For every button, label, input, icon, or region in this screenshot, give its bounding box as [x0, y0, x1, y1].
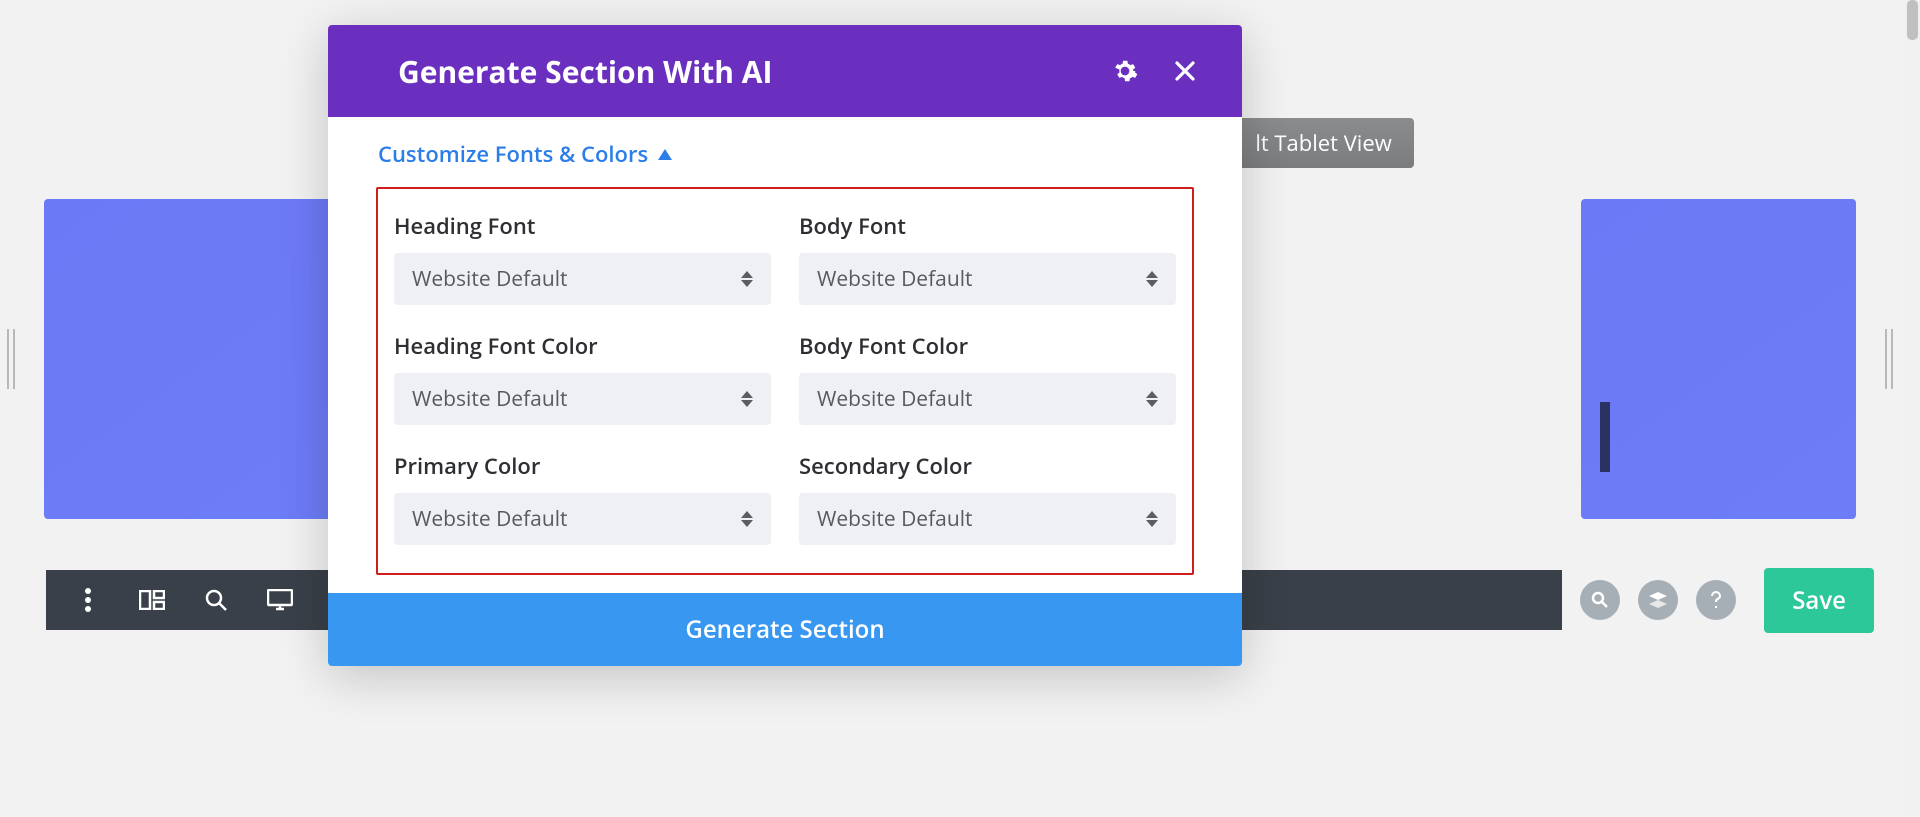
resize-handle-left[interactable] — [0, 329, 22, 389]
secondary-color-select[interactable]: Website Default — [799, 493, 1176, 545]
heading-font-color-select[interactable]: Website Default — [394, 373, 771, 425]
body-font-select[interactable]: Website Default — [799, 253, 1176, 305]
select-value: Website Default — [412, 505, 568, 533]
save-button[interactable]: Save — [1764, 568, 1874, 633]
sort-caret-icon — [1146, 391, 1158, 407]
primary-color-select[interactable]: Website Default — [394, 493, 771, 545]
heading-font-select[interactable]: Website Default — [394, 253, 771, 305]
more-menu-button[interactable] — [56, 570, 120, 630]
select-value: Website Default — [817, 505, 973, 533]
tab-tablet-view[interactable]: lt Tablet View — [1233, 118, 1413, 168]
search-icon[interactable] — [1580, 580, 1620, 620]
field-heading-font: Heading Font Website Default — [394, 211, 771, 305]
canvas-block — [1581, 199, 1856, 519]
field-secondary-color: Secondary Color Website Default — [799, 451, 1176, 545]
field-body-font: Body Font Website Default — [799, 211, 1176, 305]
desktop-view-icon[interactable] — [248, 570, 312, 630]
page-scrollbar[interactable] — [1905, 0, 1920, 817]
select-value: Website Default — [412, 265, 568, 293]
sort-caret-icon — [741, 271, 753, 287]
field-label: Body Font — [799, 211, 1176, 241]
gear-icon[interactable] — [1112, 58, 1138, 84]
sort-caret-icon — [1146, 271, 1158, 287]
select-value: Website Default — [412, 385, 568, 413]
field-label: Body Font Color — [799, 331, 1176, 361]
ai-section-modal: Generate Section With AI Customize Fonts… — [328, 25, 1242, 666]
canvas-block — [44, 199, 332, 519]
body-font-color-select[interactable]: Website Default — [799, 373, 1176, 425]
toggle-label: Customize Fonts & Colors — [378, 139, 648, 169]
select-value: Website Default — [817, 385, 973, 413]
wireframe-icon[interactable] — [120, 570, 184, 630]
customize-fonts-colors-toggle[interactable]: Customize Fonts & Colors — [378, 139, 1194, 169]
modal-title: Generate Section With AI — [398, 51, 772, 92]
shadow — [1600, 402, 1610, 472]
field-heading-font-color: Heading Font Color Website Default — [394, 331, 771, 425]
field-label: Heading Font — [394, 211, 771, 241]
fonts-colors-group: Heading Font Website Default Body Font W… — [376, 187, 1194, 575]
modal-header: Generate Section With AI — [328, 25, 1242, 117]
zoom-icon[interactable] — [184, 570, 248, 630]
layers-icon[interactable] — [1638, 580, 1678, 620]
modal-body: Customize Fonts & Colors Heading Font We… — [328, 117, 1242, 575]
scrollbar-thumb[interactable] — [1907, 0, 1918, 40]
sort-caret-icon — [741, 511, 753, 527]
field-label: Secondary Color — [799, 451, 1176, 481]
field-label: Heading Font Color — [394, 331, 771, 361]
generate-section-button[interactable]: Generate Section — [328, 593, 1242, 666]
toolbar-right: Save — [1562, 568, 1874, 633]
help-icon[interactable] — [1696, 580, 1736, 620]
field-body-font-color: Body Font Color Website Default — [799, 331, 1176, 425]
close-icon[interactable] — [1174, 60, 1196, 82]
field-primary-color: Primary Color Website Default — [394, 451, 771, 545]
select-value: Website Default — [817, 265, 973, 293]
chevron-up-icon — [658, 149, 672, 160]
field-label: Primary Color — [394, 451, 771, 481]
sort-caret-icon — [741, 391, 753, 407]
resize-handle-right[interactable] — [1878, 329, 1900, 389]
sort-caret-icon — [1146, 511, 1158, 527]
